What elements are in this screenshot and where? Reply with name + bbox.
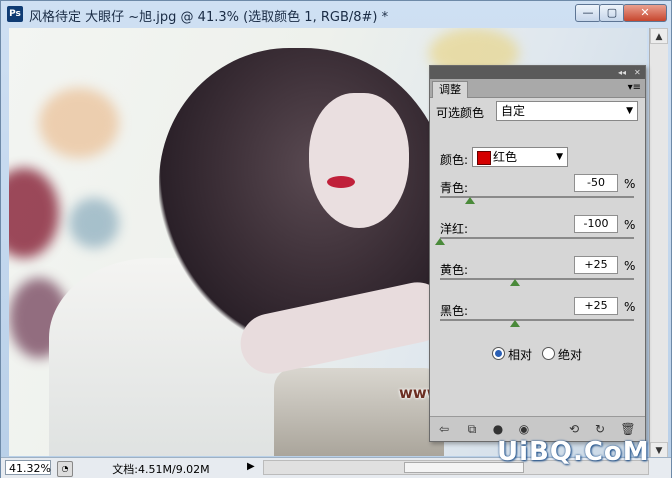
photo-lips	[327, 176, 355, 188]
status-menu-arrow-icon[interactable]: ▶	[247, 461, 255, 472]
minimize-button[interactable]: —	[575, 4, 601, 22]
maximize-button[interactable]: ▢	[599, 4, 625, 22]
scroll-up-arrow-icon[interactable]: ▲	[650, 28, 668, 44]
preset-dropdown[interactable]: 自定 ▼	[496, 101, 638, 121]
magenta-value-field[interactable]: -100	[574, 215, 618, 233]
magenta-label: 洋红:	[440, 222, 469, 236]
black-label: 黑色:	[440, 304, 469, 318]
tab-adjustments[interactable]: 调整	[432, 81, 468, 98]
black-slider-track[interactable]	[440, 319, 634, 321]
close-panel-icon[interactable]: ✕	[634, 66, 641, 79]
yellow-slider-thumb[interactable]	[510, 279, 521, 286]
background-flower	[39, 88, 119, 158]
mask-icon[interactable]: ●	[490, 421, 506, 437]
absolute-radio[interactable]	[542, 347, 555, 360]
photo-pedestal	[274, 368, 444, 456]
cyan-label: 青色:	[440, 181, 469, 195]
preset-value: 自定	[501, 104, 526, 118]
clip-to-layer-icon[interactable]: ⟲	[566, 421, 582, 437]
panel-menu-icon[interactable]: ▾≡	[628, 82, 641, 93]
site-logo-watermark: UiBQ.CoM	[497, 437, 650, 467]
black-slider-thumb[interactable]	[510, 320, 521, 327]
cyan-percent: %	[624, 177, 636, 191]
chevron-down-icon: ▼	[626, 106, 633, 116]
yellow-value-field[interactable]: +25	[574, 256, 618, 274]
yellow-percent: %	[624, 259, 636, 273]
colors-dropdown[interactable]: 红色 ▼	[472, 147, 568, 167]
yellow-slider-track[interactable]	[440, 278, 634, 280]
document-size-info: 文档:4.51M/9.02M	[112, 463, 210, 476]
close-button[interactable]: ✕	[623, 4, 667, 22]
status-info-icon[interactable]: ◔	[57, 461, 73, 477]
cyan-slider-thumb[interactable]	[465, 197, 476, 204]
cyan-value-field[interactable]: -50	[574, 174, 618, 192]
background-flower	[9, 168, 59, 258]
color-swatch-icon	[477, 151, 491, 165]
black-value-field[interactable]: +25	[574, 297, 618, 315]
title-bar[interactable]: Ps 风格待定 大眼仔 ~旭.jpg @ 41.3% (选取颜色 1, RGB/…	[1, 1, 671, 27]
delete-icon[interactable]: 🗑	[620, 421, 636, 437]
magenta-slider-thumb[interactable]	[435, 238, 445, 245]
back-arrow-icon[interactable]: ⇦	[436, 421, 452, 437]
black-percent: %	[624, 300, 636, 314]
vertical-scrollbar[interactable]: ▲ ▼	[649, 28, 668, 458]
chevron-down-icon: ▼	[556, 152, 563, 162]
relative-label: 相对	[508, 348, 533, 362]
adjustment-type-label: 可选颜色	[436, 106, 485, 120]
relative-option[interactable]: 相对	[492, 346, 532, 363]
zoom-field[interactable]: 41.32%	[5, 460, 51, 475]
photo-face	[309, 93, 409, 228]
expand-view-icon[interactable]: ⧉	[464, 421, 480, 437]
scroll-down-arrow-icon[interactable]: ▼	[650, 442, 668, 458]
reset-icon[interactable]: ↻	[592, 421, 608, 437]
document-title: 风格待定 大眼仔 ~旭.jpg @ 41.3% (选取颜色 1, RGB/8#)…	[29, 10, 389, 25]
background-flower	[69, 198, 119, 248]
relative-radio[interactable]	[492, 347, 505, 360]
adjustments-panel: ◂◂ ✕ 调整 ▾≡ 可选颜色 自定 ▼ 颜色: 红色 ▼ 青色: -50 % …	[429, 65, 646, 442]
colors-label: 颜色:	[440, 153, 469, 167]
colors-value: 红色	[493, 150, 518, 164]
collapse-panel-icon[interactable]: ◂◂	[618, 66, 626, 79]
magenta-slider-track[interactable]	[440, 237, 634, 239]
visibility-eye-icon[interactable]: ◉	[516, 421, 532, 437]
absolute-option[interactable]: 绝对	[542, 346, 582, 363]
absolute-label: 绝对	[558, 348, 583, 362]
photoshop-document-window: Ps 风格待定 大眼仔 ~旭.jpg @ 41.3% (选取颜色 1, RGB/…	[0, 0, 672, 478]
photoshop-app-icon: Ps	[7, 6, 23, 22]
panel-header-bar[interactable]: ◂◂ ✕	[430, 66, 645, 79]
yellow-label: 黄色:	[440, 263, 469, 277]
panel-tab-row: 调整 ▾≡	[430, 79, 645, 98]
magenta-percent: %	[624, 218, 636, 232]
